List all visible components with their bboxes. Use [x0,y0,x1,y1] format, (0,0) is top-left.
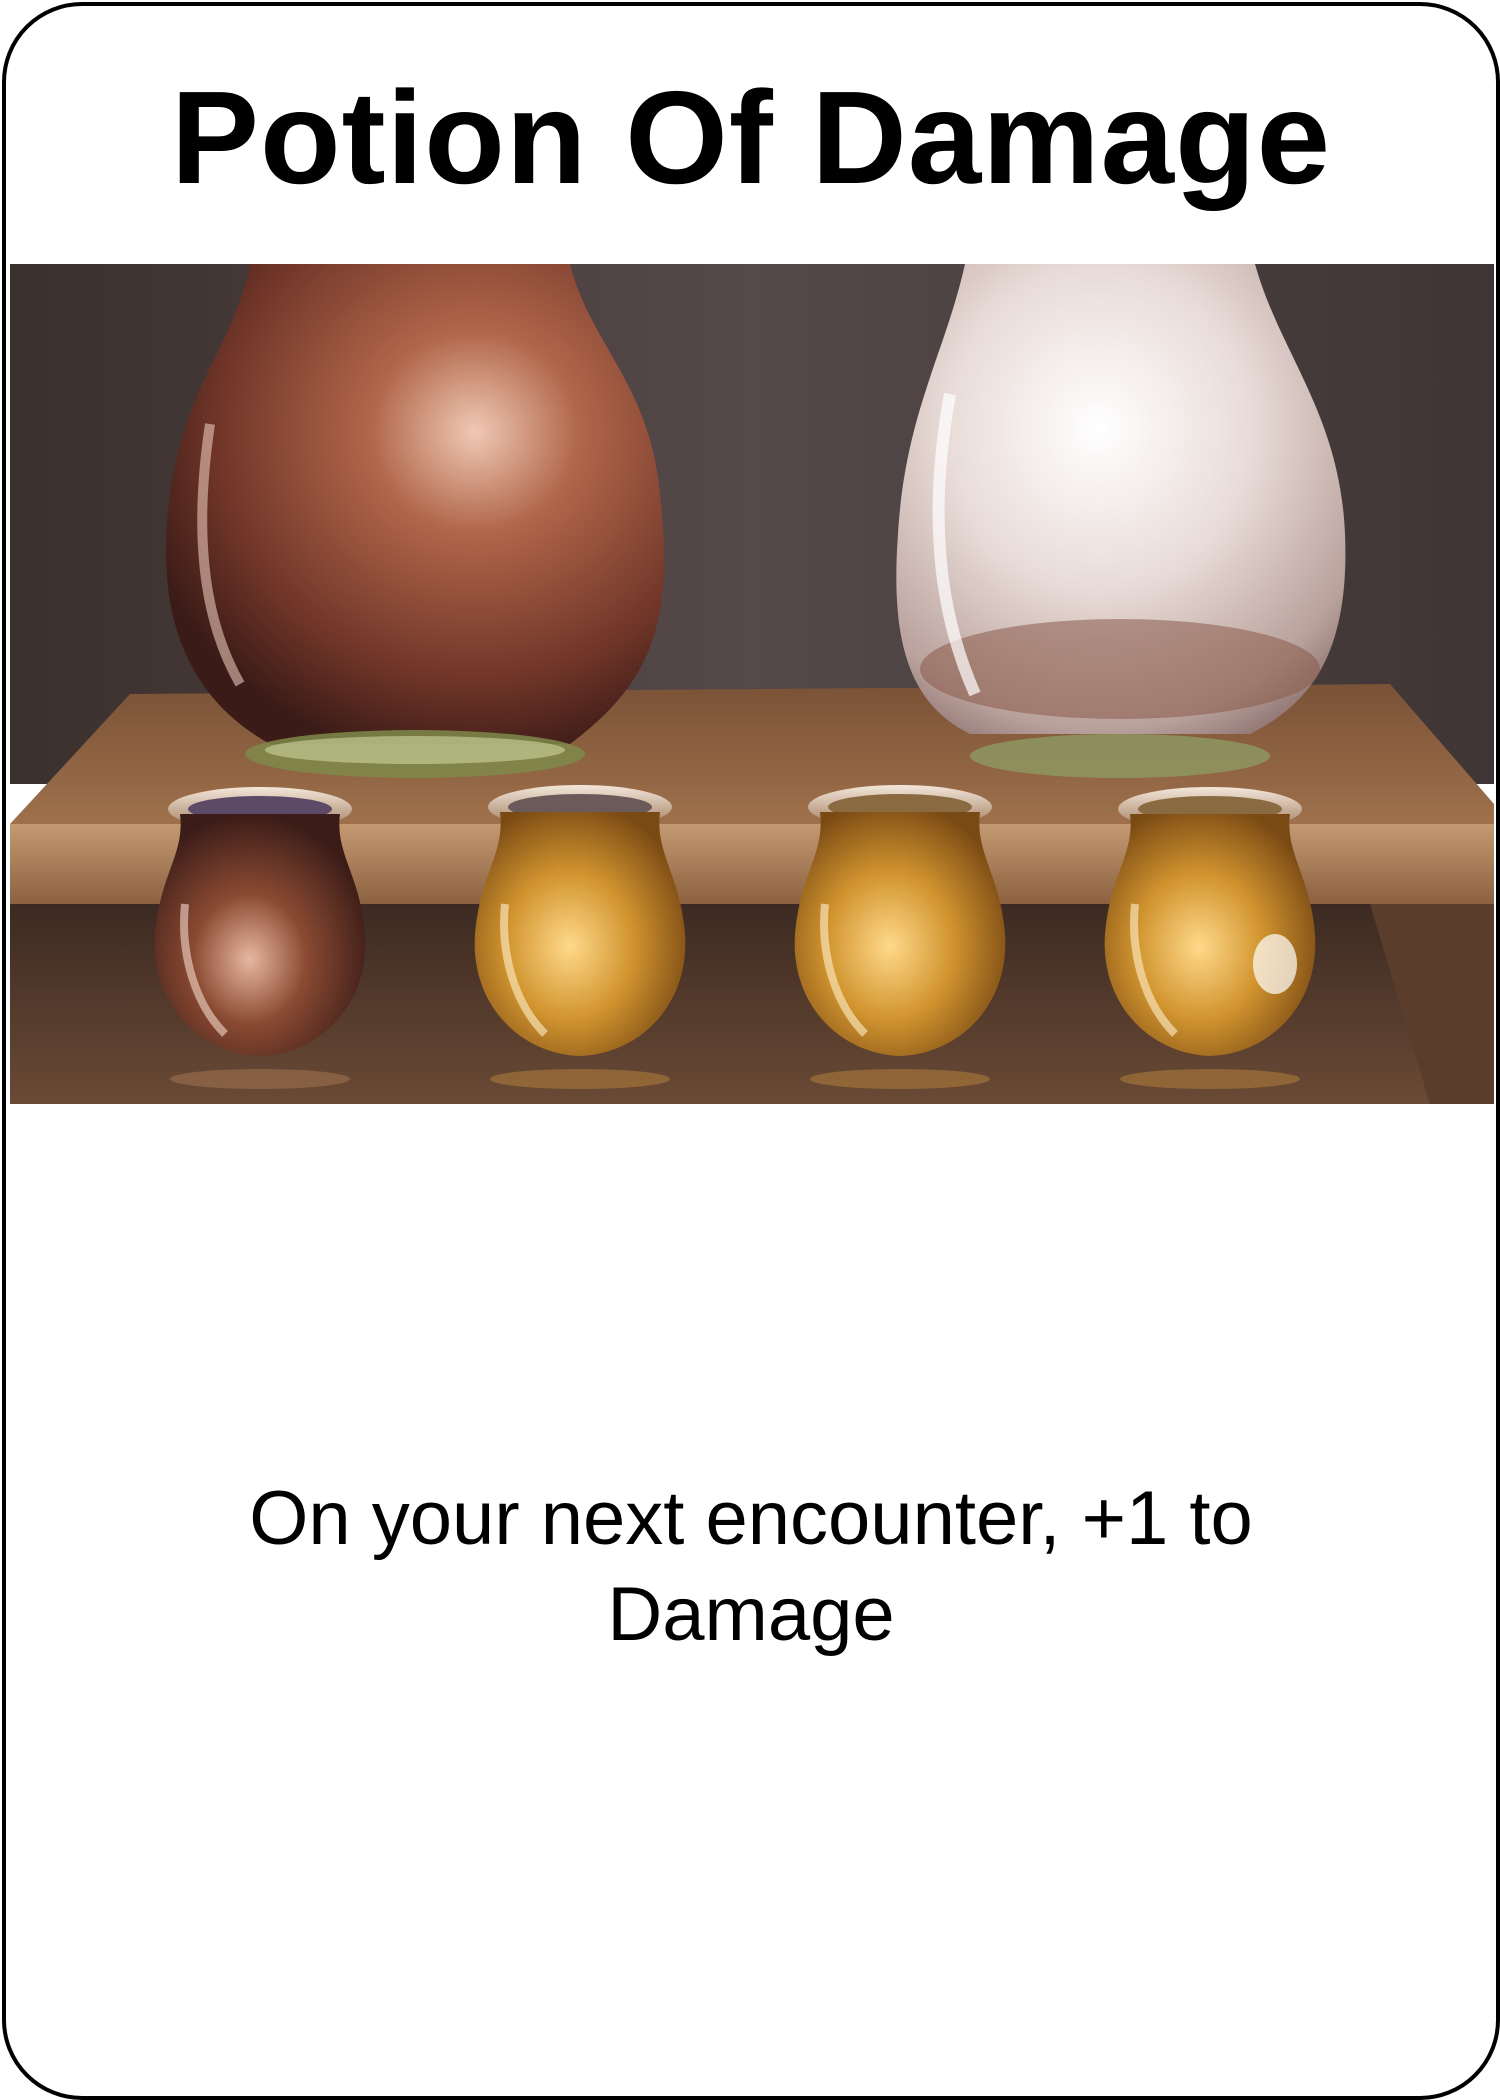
jar-2 [474,785,686,1056]
jar-1 [154,787,366,1056]
card-illustration [10,264,1494,1104]
card-effect-text: On your next encounter, +1 to Damage [249,1476,1253,1657]
jar-3 [794,785,1006,1056]
potion-card[interactable]: Potion Of Damage On your next encounter,… [2,2,1500,2100]
jar-4 [1104,787,1316,1056]
card-title: Potion Of Damage [170,64,1332,211]
